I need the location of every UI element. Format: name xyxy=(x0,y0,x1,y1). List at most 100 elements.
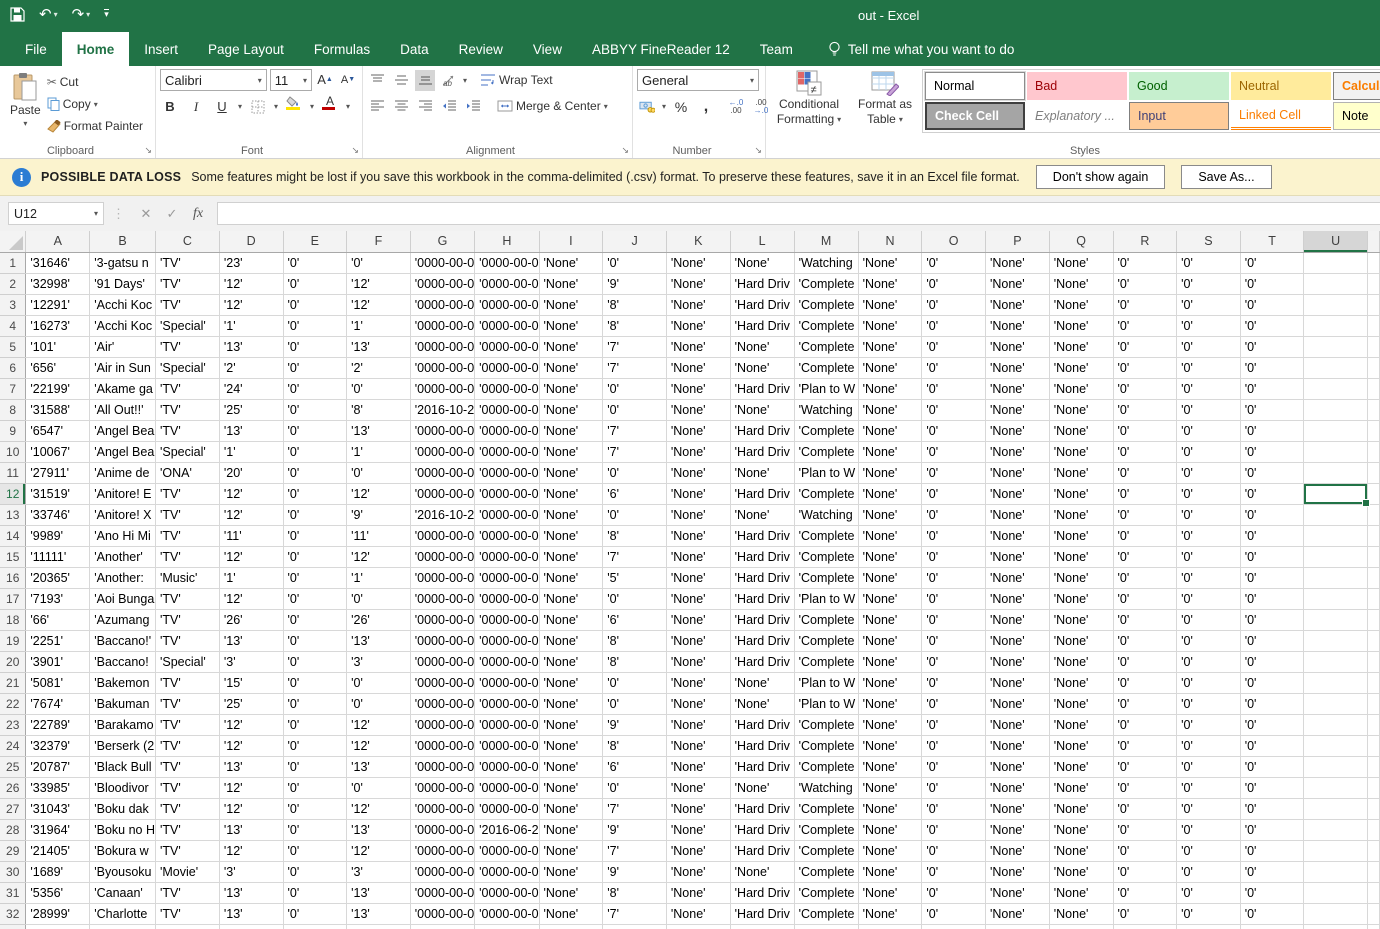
cell-C4[interactable]: 'Special' xyxy=(155,315,219,336)
row-header-26[interactable]: 26 xyxy=(0,777,26,798)
cell-J13[interactable]: '0' xyxy=(603,504,667,525)
cell-N29[interactable]: 'None' xyxy=(858,840,922,861)
cell-D7[interactable]: '24' xyxy=(219,378,283,399)
row-header-20[interactable]: 20 xyxy=(0,651,26,672)
cell-F29[interactable]: '12' xyxy=(347,840,411,861)
cell-R27[interactable]: '0' xyxy=(1113,798,1177,819)
cell-P29[interactable]: 'None' xyxy=(985,840,1049,861)
cell-M33[interactable]: 'Watching xyxy=(794,924,858,929)
cell-I4[interactable]: 'None' xyxy=(539,315,603,336)
cell-K25[interactable]: 'None' xyxy=(666,756,730,777)
cell-T9[interactable]: '0' xyxy=(1240,420,1304,441)
cell-J20[interactable]: '8' xyxy=(603,651,667,672)
cell-Q27[interactable]: 'None' xyxy=(1049,798,1113,819)
cell-U24[interactable] xyxy=(1304,735,1368,756)
borders-button[interactable] xyxy=(248,96,268,117)
cell-I28[interactable]: 'None' xyxy=(539,819,603,840)
cell-A31[interactable]: '5356' xyxy=(26,882,90,903)
cell-P14[interactable]: 'None' xyxy=(985,525,1049,546)
cell-M7[interactable]: 'Plan to W xyxy=(794,378,858,399)
cell-L14[interactable]: 'Hard Driv xyxy=(730,525,794,546)
cell-T1[interactable]: '0' xyxy=(1240,252,1304,273)
cell-P32[interactable]: 'None' xyxy=(985,903,1049,924)
cell-U29[interactable] xyxy=(1304,840,1368,861)
cell-I32[interactable]: 'None' xyxy=(539,903,603,924)
decrease-font-size-button[interactable]: A▼ xyxy=(338,69,358,90)
cell-C1[interactable]: 'TV' xyxy=(155,252,219,273)
cell-N3[interactable]: 'None' xyxy=(858,294,922,315)
cell-S27[interactable]: '0' xyxy=(1177,798,1241,819)
cell-D20[interactable]: '3' xyxy=(219,651,283,672)
cell-K11[interactable]: 'None' xyxy=(666,462,730,483)
cell-M28[interactable]: 'Complete xyxy=(794,819,858,840)
cell-G23[interactable]: '0000-00-0 xyxy=(410,714,474,735)
cell-O11[interactable]: '0' xyxy=(922,462,986,483)
cell-A13[interactable]: '33746' xyxy=(26,504,90,525)
cell-D27[interactable]: '12' xyxy=(219,798,283,819)
cell-N31[interactable]: 'None' xyxy=(858,882,922,903)
cell-H7[interactable]: '0000-00-0 xyxy=(475,378,539,399)
cell-B31[interactable]: 'Canaan' xyxy=(90,882,156,903)
tab-team[interactable]: Team xyxy=(745,32,808,66)
cell-C27[interactable]: 'TV' xyxy=(155,798,219,819)
cell-T20[interactable]: '0' xyxy=(1240,651,1304,672)
cell-M19[interactable]: 'Complete xyxy=(794,630,858,651)
cell-I7[interactable]: 'None' xyxy=(539,378,603,399)
cell-S29[interactable]: '0' xyxy=(1177,840,1241,861)
cell-O26[interactable]: '0' xyxy=(922,777,986,798)
format-painter-button[interactable]: Format Painter xyxy=(47,115,143,137)
cell-I11[interactable]: 'None' xyxy=(539,462,603,483)
cell-N15[interactable]: 'None' xyxy=(858,546,922,567)
cell-B25[interactable]: 'Black Bull xyxy=(90,756,156,777)
cell-G19[interactable]: '0000-00-0 xyxy=(410,630,474,651)
cell-O7[interactable]: '0' xyxy=(922,378,986,399)
cell-E26[interactable]: '0' xyxy=(283,777,347,798)
cell-A8[interactable]: '31588' xyxy=(26,399,90,420)
cell-I1[interactable]: 'None' xyxy=(539,252,603,273)
cell-G3[interactable]: '0000-00-0 xyxy=(410,294,474,315)
cell-B14[interactable]: 'Ano Hi Mi xyxy=(90,525,156,546)
cell-M4[interactable]: 'Complete xyxy=(794,315,858,336)
col-header-C[interactable]: C xyxy=(155,231,219,252)
cell-A16[interactable]: '20365' xyxy=(26,567,90,588)
cell-R10[interactable]: '0' xyxy=(1113,441,1177,462)
cell-Q24[interactable]: 'None' xyxy=(1049,735,1113,756)
cell-H8[interactable]: '0000-00-0 xyxy=(475,399,539,420)
cell-M17[interactable]: 'Plan to W xyxy=(794,588,858,609)
cell-F10[interactable]: '1' xyxy=(347,441,411,462)
cell-R17[interactable]: '0' xyxy=(1113,588,1177,609)
cell-B12[interactable]: 'Anitore! E xyxy=(90,483,156,504)
cell-C13[interactable]: 'TV' xyxy=(155,504,219,525)
cell-A5[interactable]: '101' xyxy=(26,336,90,357)
cell-F14[interactable]: '11' xyxy=(347,525,411,546)
cell-L7[interactable]: 'Hard Driv xyxy=(730,378,794,399)
cell-B17[interactable]: 'Aoi Bunga xyxy=(90,588,156,609)
cell-M3[interactable]: 'Complete xyxy=(794,294,858,315)
cell-U2[interactable] xyxy=(1304,273,1368,294)
cell-F20[interactable]: '3' xyxy=(347,651,411,672)
cell-F33[interactable]: '5' xyxy=(347,924,411,929)
cell-G4[interactable]: '0000-00-0 xyxy=(410,315,474,336)
cell-S22[interactable]: '0' xyxy=(1177,693,1241,714)
cell-H6[interactable]: '0000-00-0 xyxy=(475,357,539,378)
cell-S23[interactable]: '0' xyxy=(1177,714,1241,735)
cell-L28[interactable]: 'Hard Driv xyxy=(730,819,794,840)
cell-Q9[interactable]: 'None' xyxy=(1049,420,1113,441)
row-header-28[interactable]: 28 xyxy=(0,819,26,840)
cell-Q14[interactable]: 'None' xyxy=(1049,525,1113,546)
cell-E5[interactable]: '0' xyxy=(283,336,347,357)
cell-D1[interactable]: '23' xyxy=(219,252,283,273)
cell-G8[interactable]: '2016-10-2 xyxy=(410,399,474,420)
cell-K30[interactable]: 'None' xyxy=(666,861,730,882)
cell-E16[interactable]: '0' xyxy=(283,567,347,588)
cell-L27[interactable]: 'Hard Driv xyxy=(730,798,794,819)
cell-L30[interactable]: 'None' xyxy=(730,861,794,882)
row-header-15[interactable]: 15 xyxy=(0,546,26,567)
cell-B1[interactable]: '3-gatsu n xyxy=(90,252,156,273)
cell-N22[interactable]: 'None' xyxy=(858,693,922,714)
cell-G18[interactable]: '0000-00-0 xyxy=(410,609,474,630)
cell-K8[interactable]: 'None' xyxy=(666,399,730,420)
cell-C12[interactable]: 'TV' xyxy=(155,483,219,504)
cell-S20[interactable]: '0' xyxy=(1177,651,1241,672)
cell-E32[interactable]: '0' xyxy=(283,903,347,924)
